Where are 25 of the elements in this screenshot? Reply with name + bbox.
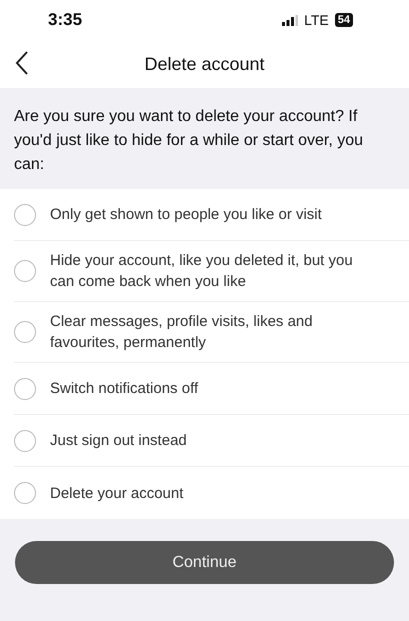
radio-button[interactable] <box>14 321 36 343</box>
back-icon <box>15 50 29 76</box>
option-row[interactable]: Only get shown to people you like or visit <box>14 189 409 241</box>
option-label: Only get shown to people you like or visit <box>50 205 322 225</box>
option-row[interactable]: Hide your account, like you deleted it, but you can come back when you like <box>14 241 409 302</box>
status-time: 3:35 <box>48 10 82 30</box>
battery-level: 54 <box>334 13 353 27</box>
radio-button[interactable] <box>14 260 36 282</box>
network-label: LTE <box>304 12 329 28</box>
option-row[interactable]: Switch notifications off <box>14 363 409 415</box>
intro-text: Are you sure you want to delete your account? If you'd just like to hide for a while or start over, you can: <box>14 107 364 175</box>
radio-button[interactable] <box>14 482 36 504</box>
option-label: Clear messages, profile visits, likes and favourites, permanently <box>50 312 314 353</box>
page-title: Delete account <box>144 53 265 76</box>
radio-button[interactable] <box>14 204 36 226</box>
option-row[interactable]: Clear messages, profile visits, likes and favourites, permanently <box>14 302 409 363</box>
option-label: Switch notifications off <box>50 379 198 399</box>
radio-button[interactable] <box>14 430 36 452</box>
radio-button[interactable] <box>14 378 36 400</box>
option-row[interactable]: Delete your account <box>14 467 409 519</box>
option-label: Delete your account <box>50 484 184 504</box>
option-label: Just sign out instead <box>50 431 187 451</box>
option-label: Hide your account, like you deleted it, but you can come back when you like <box>50 251 354 292</box>
option-row[interactable]: Just sign out instead <box>14 415 409 467</box>
signal-icon <box>282 14 298 26</box>
